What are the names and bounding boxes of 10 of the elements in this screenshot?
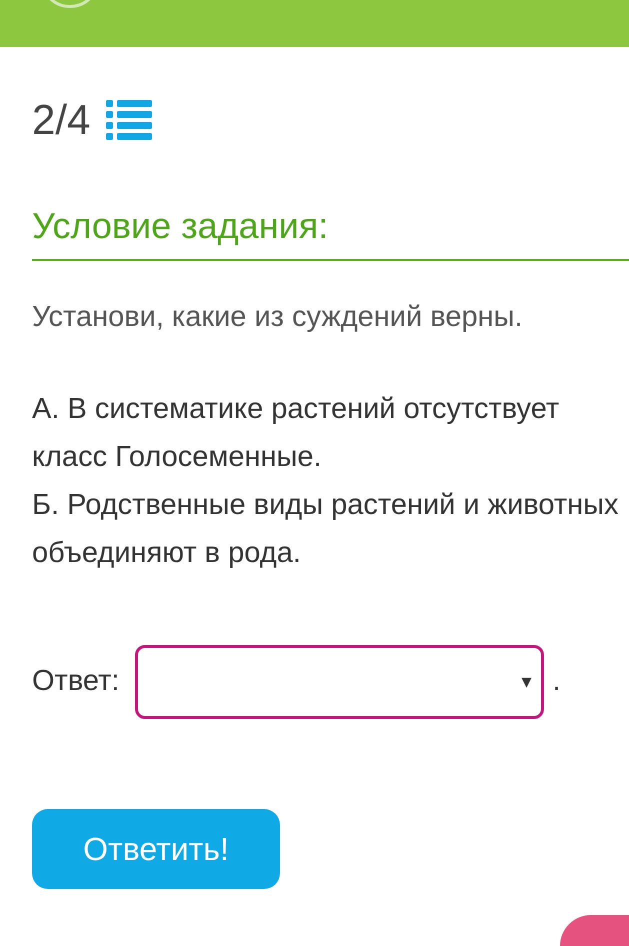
statement-text: А. В систематике растений отсутствует класс Голосеменные. bbox=[32, 392, 560, 475]
list-icon[interactable] bbox=[106, 99, 152, 141]
answer-suffix: . bbox=[552, 664, 560, 700]
instruction-text: Установи, какие из суждений верны. bbox=[32, 300, 524, 335]
section-heading: Условие задания: bbox=[32, 205, 328, 246]
answer-select[interactable]: ▾ bbox=[135, 645, 544, 719]
statement-text: Б. Родственные виды растений и животных объединяют в рода. bbox=[32, 488, 620, 571]
answer-label: Ответ: bbox=[32, 664, 120, 700]
caret-icon: ▾ bbox=[521, 667, 532, 697]
question-counter: 2/4 bbox=[32, 95, 90, 145]
